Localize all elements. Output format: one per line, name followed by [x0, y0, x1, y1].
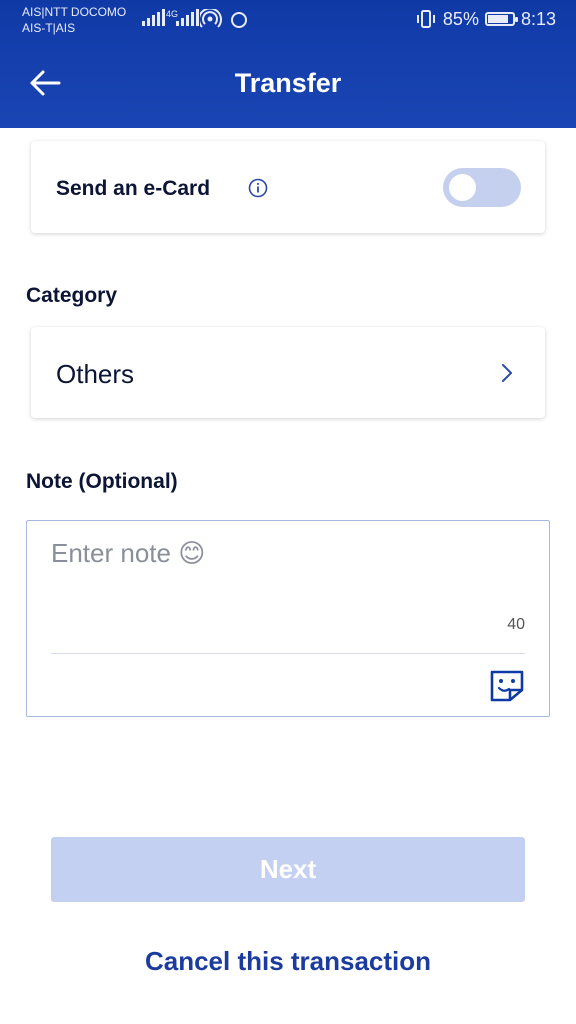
ecard-label: Send an e-Card [56, 177, 211, 200]
hotspot-sync-icon [200, 9, 247, 28]
note-divider [51, 653, 525, 654]
note-label: Note (Optional) [26, 470, 178, 493]
category-label: Category [26, 284, 118, 307]
info-icon[interactable] [248, 178, 268, 198]
category-selector[interactable]: Others [31, 327, 545, 418]
carrier-line-2: AIS-T|AIS [22, 21, 76, 35]
signal-1-icon [142, 8, 165, 26]
cancel-transaction-link[interactable]: Cancel this transaction [0, 944, 576, 978]
signal-2-icon [176, 8, 199, 26]
status-bar: AIS|NTT DOCOMO AIS-T|AIS 4G 85% 8:13 [0, 0, 576, 40]
ecard-card: Send an e-Card [31, 141, 545, 233]
next-button[interactable]: Next [51, 837, 525, 902]
sticker-icon[interactable] [489, 669, 525, 703]
chevron-right-icon [502, 364, 512, 382]
carrier-info: AIS|NTT DOCOMO AIS-T|AIS [22, 4, 126, 36]
app-header: AIS|NTT DOCOMO AIS-T|AIS 4G 85% 8:13 Tra… [0, 0, 576, 128]
page-title: Transfer [234, 68, 342, 98]
toggle-knob [449, 174, 476, 201]
ecard-toggle[interactable] [443, 168, 521, 207]
carrier-line-1: AIS|NTT DOCOMO [22, 5, 127, 19]
char-counter: 40 [507, 616, 525, 633]
battery-percent: 85% [442, 9, 479, 29]
status-time: 8:13 [520, 9, 556, 29]
status-right: 85% 8:13 [415, 8, 556, 30]
battery-icon [484, 12, 518, 26]
category-value: Others [56, 359, 135, 389]
battery-fill [487, 15, 509, 23]
note-box: 40 [26, 520, 550, 717]
vibrate-icon [416, 10, 435, 28]
note-input[interactable] [51, 535, 491, 571]
